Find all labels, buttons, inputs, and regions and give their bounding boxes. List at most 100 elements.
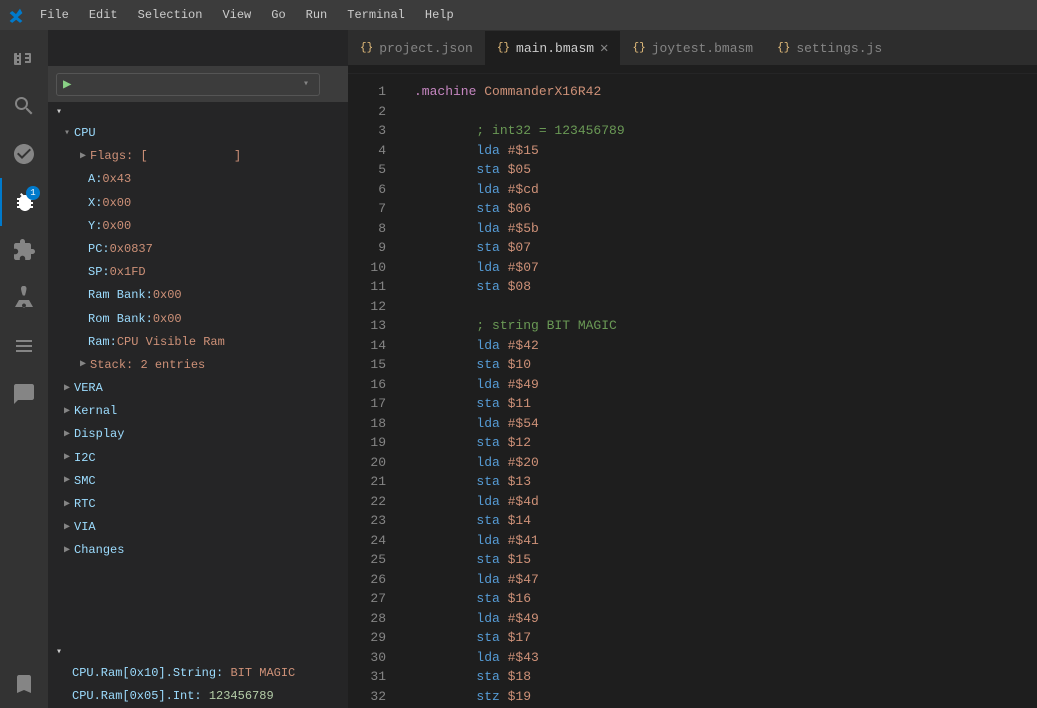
debug-more-button[interactable] [334, 81, 340, 87]
via-item[interactable]: ▶ VIA [48, 516, 348, 539]
pc-value: 0x0837 [110, 240, 153, 259]
tab-settings-js[interactable]: {} settings.js [765, 30, 894, 65]
activity-remote[interactable] [0, 322, 48, 370]
code-line-6[interactable]: lda #$cd [398, 180, 1037, 200]
cpu-group[interactable]: ▾ CPU [48, 122, 348, 145]
watch-item-0-text: CPU.Ram[0x10].String: [72, 666, 230, 680]
activity-search[interactable] [0, 82, 48, 130]
code-line-13[interactable]: ; string BIT MAGIC [398, 316, 1037, 336]
code-line-3[interactable]: ; int32 = 123456789 [398, 121, 1037, 141]
y-item[interactable]: Y: 0x00 [48, 215, 348, 238]
smc-item[interactable]: ▶ SMC [48, 470, 348, 493]
pc-item[interactable]: PC: 0x0837 [48, 238, 348, 261]
flags-text: Flags: [ ] [90, 147, 241, 166]
activity-debug[interactable]: 1 [0, 178, 48, 226]
menu-terminal[interactable]: Terminal [339, 6, 413, 24]
code-line-24[interactable]: lda #$41 [398, 531, 1037, 551]
code-line-18[interactable]: lda #$54 [398, 414, 1037, 434]
stack-item[interactable]: ▶ Stack: 2 entries [48, 354, 348, 377]
activity-explorer[interactable] [0, 34, 48, 82]
line-number-28: 28 [348, 609, 398, 629]
watch-chevron-icon: ▾ [56, 646, 63, 658]
activity-bookmark[interactable] [0, 660, 48, 708]
code-line-19[interactable]: sta $12 [398, 433, 1037, 453]
debug-config-dropdown[interactable]: ▶ ▾ [56, 73, 320, 96]
watch-item-1[interactable]: CPU.Ram[0x05].Int: 123456789 [48, 685, 348, 708]
code-line-15[interactable]: sta $10 [398, 355, 1037, 375]
tab-main-bmasm-close[interactable]: ✕ [600, 40, 608, 57]
tab-settings-js-label: settings.js [796, 41, 882, 56]
ram-item[interactable]: Ram: CPU Visible Ram [48, 331, 348, 354]
rambank-item[interactable]: Ram Bank: 0x00 [48, 284, 348, 307]
code-line-25[interactable]: sta $15 [398, 550, 1037, 570]
rtc-item[interactable]: ▶ RTC [48, 493, 348, 516]
code-line-7[interactable]: sta $06 [398, 199, 1037, 219]
changes-item[interactable]: ▶ Changes [48, 539, 348, 562]
code-area[interactable]: .machine CommanderX16R42 ; int32 = 12345… [398, 74, 1037, 708]
code-line-27[interactable]: sta $16 [398, 589, 1037, 609]
menu-file[interactable]: File [32, 6, 77, 24]
x-item[interactable]: X: 0x00 [48, 192, 348, 215]
code-line-26[interactable]: lda #$47 [398, 570, 1037, 590]
code-line-22[interactable]: lda #$4d [398, 492, 1037, 512]
code-line-5[interactable]: sta $05 [398, 160, 1037, 180]
pc-name: PC: [88, 240, 110, 259]
menu-go[interactable]: Go [263, 6, 293, 24]
flags-item[interactable]: ▶ Flags: [ ] [48, 145, 348, 168]
menu-edit[interactable]: Edit [81, 6, 126, 24]
menu-bar[interactable]: File Edit Selection View Go Run Terminal… [32, 6, 462, 24]
code-line-20[interactable]: lda #$20 [398, 453, 1037, 473]
stack-text: Stack: 2 entries [90, 356, 205, 375]
code-line-23[interactable]: sta $14 [398, 511, 1037, 531]
code-line-30[interactable]: lda #$43 [398, 648, 1037, 668]
code-line-32[interactable]: stz $19 [398, 687, 1037, 707]
line-number-27: 27 [348, 589, 398, 609]
code-line-9[interactable]: sta $07 [398, 238, 1037, 258]
menu-help[interactable]: Help [417, 6, 462, 24]
watch-item-0[interactable]: CPU.Ram[0x10].String: BIT MAGIC [48, 662, 348, 685]
tab-project-json[interactable]: {} project.json [348, 30, 485, 65]
line-number-12: 12 [348, 297, 398, 317]
rombank-item[interactable]: Rom Bank: 0x00 [48, 308, 348, 331]
activity-source-control[interactable] [0, 130, 48, 178]
code-line-28[interactable]: lda #$49 [398, 609, 1037, 629]
line-number-1: 1 [348, 82, 398, 102]
tab-main-bmasm-label: main.bmasm [516, 41, 594, 56]
code-line-10[interactable]: lda #$07 [398, 258, 1037, 278]
watch-section-header[interactable]: ▾ [48, 642, 348, 662]
code-line-4[interactable]: lda #$15 [398, 141, 1037, 161]
activity-extensions[interactable] [0, 226, 48, 274]
code-line-12[interactable] [398, 297, 1037, 317]
code-line-17[interactable]: sta $11 [398, 394, 1037, 414]
variables-section-header[interactable]: ▾ [48, 102, 348, 122]
flags-expand-icon: ▶ [80, 149, 86, 165]
activity-test[interactable] [0, 274, 48, 322]
display-item[interactable]: ▶ Display [48, 423, 348, 446]
code-line-16[interactable]: lda #$49 [398, 375, 1037, 395]
code-line-11[interactable]: sta $08 [398, 277, 1037, 297]
menu-view[interactable]: View [214, 6, 259, 24]
code-line-21[interactable]: sta $13 [398, 472, 1037, 492]
a-item[interactable]: A: 0x43 [48, 168, 348, 191]
menu-selection[interactable]: Selection [130, 6, 211, 24]
line-number-3: 3 [348, 121, 398, 141]
code-line-31[interactable]: sta $18 [398, 667, 1037, 687]
line-numbers: 1234567891011121314151617181920212223242… [348, 74, 398, 708]
code-line-2[interactable] [398, 102, 1037, 122]
sp-item[interactable]: SP: 0x1FD [48, 261, 348, 284]
vera-item[interactable]: ▶ VERA [48, 377, 348, 400]
kernal-item[interactable]: ▶ Kernal [48, 400, 348, 423]
tab-main-bmasm[interactable]: {} main.bmasm ✕ [485, 30, 621, 65]
editor-area: {} project.json {} main.bmasm ✕ {} joyte… [348, 30, 1037, 708]
tab-joytest-bmasm[interactable]: {} joytest.bmasm [620, 30, 765, 65]
code-line-29[interactable]: sta $17 [398, 628, 1037, 648]
play-icon: ▶ [63, 76, 71, 93]
menu-run[interactable]: Run [298, 6, 336, 24]
debug-settings-button[interactable] [324, 81, 330, 87]
code-line-1[interactable]: .machine CommanderX16R42 [398, 82, 1037, 102]
sidebar: ▶ ▾ ▾ ▾ CPU ▶ Flags: [ ] [48, 30, 348, 708]
code-line-14[interactable]: lda #$42 [398, 336, 1037, 356]
activity-chat[interactable] [0, 370, 48, 418]
i2c-item[interactable]: ▶ I2C [48, 447, 348, 470]
code-line-8[interactable]: lda #$5b [398, 219, 1037, 239]
